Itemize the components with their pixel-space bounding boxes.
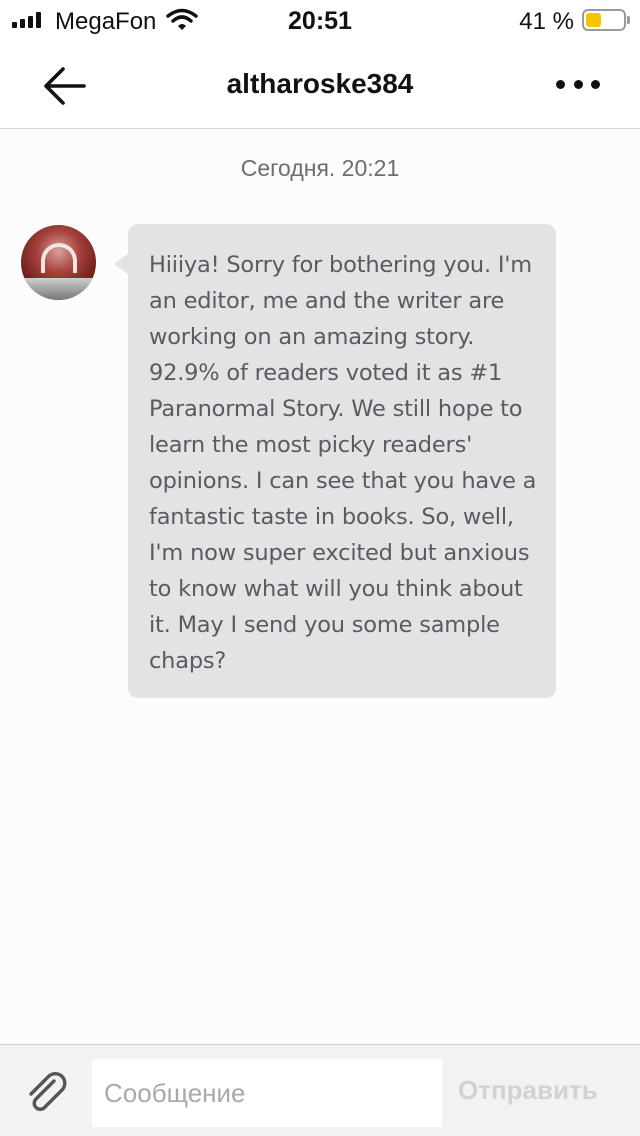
conversation-title: altharoske384: [226, 68, 414, 99]
status-bar: MegaFon 20:51 41 %: [0, 0, 640, 42]
battery-percent: 41 %: [519, 8, 574, 35]
paperclip-icon: [29, 1072, 67, 1111]
send-button[interactable]: Отправить: [458, 1075, 628, 1106]
attach-button[interactable]: [24, 1071, 70, 1115]
more-icon: [556, 79, 565, 89]
message-input[interactable]: [92, 1059, 442, 1127]
message-composer: Отправить: [0, 1044, 640, 1136]
avatar[interactable]: [21, 225, 96, 300]
battery-level: [586, 13, 601, 27]
more-options-button[interactable]: [556, 68, 600, 100]
message-bubble: Hiiiya! Sorry for bothering you. I'm an …: [128, 224, 556, 698]
battery-icon: [582, 9, 630, 31]
message-bubble-tail: [114, 253, 129, 275]
chat-header: altharoske384: [0, 42, 640, 129]
date-separator: Сегодня. 20:21: [240, 155, 400, 181]
